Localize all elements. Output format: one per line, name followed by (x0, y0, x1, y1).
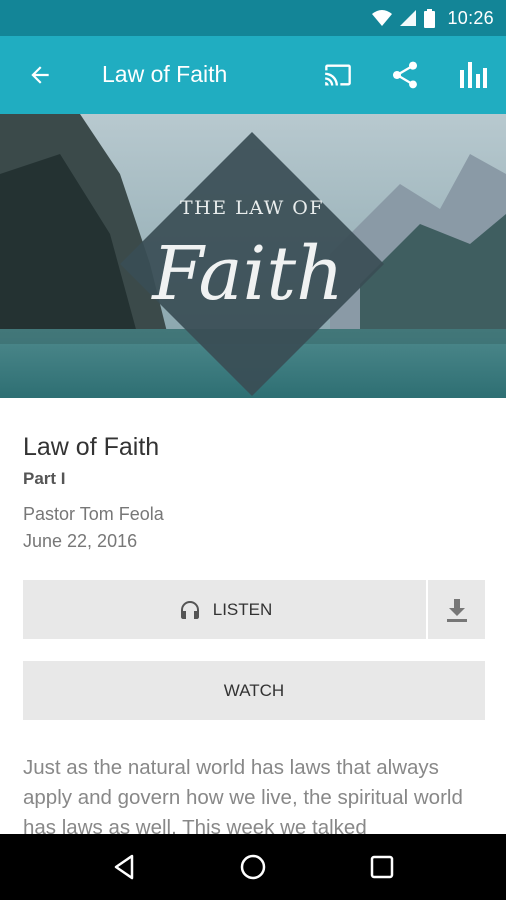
headphones-icon (177, 598, 203, 622)
status-bar: 10:26 (0, 0, 506, 36)
listen-button[interactable]: LISTEN (23, 580, 426, 639)
status-time: 10:26 (447, 7, 494, 28)
hero-line-1: THE LAW OF (180, 197, 324, 219)
back-triangle-icon (115, 854, 134, 880)
system-nav-bar (0, 834, 506, 900)
back-arrow-icon (31, 66, 49, 84)
watch-button[interactable]: WATCH (23, 661, 485, 720)
back-button[interactable] (0, 36, 80, 114)
app-title: Law of Faith (102, 61, 228, 87)
share-icon (393, 61, 417, 89)
cast-icon (325, 64, 351, 86)
stats-button[interactable] (445, 36, 501, 114)
listen-label: LISTEN (212, 599, 273, 619)
battery-icon (424, 8, 436, 28)
recents-square-icon (370, 855, 393, 879)
download-icon (446, 598, 467, 622)
share-button[interactable] (377, 36, 433, 114)
cast-button[interactable] (310, 36, 366, 114)
stats-icon (460, 62, 487, 88)
app-bar: Law of Faith (0, 36, 506, 114)
wifi-icon (372, 10, 393, 26)
nav-home-button[interactable] (223, 837, 283, 897)
sermon-title: Law of Faith (23, 433, 160, 461)
nav-recents-button[interactable] (352, 837, 412, 897)
signal-icon (400, 10, 417, 26)
speaker-name: Pastor Tom Feola (23, 504, 164, 524)
download-button[interactable] (428, 580, 485, 639)
sermon-description: Just as the natural world has laws that … (23, 756, 463, 839)
nav-back-button[interactable] (94, 837, 154, 897)
sermon-part: Part I (23, 469, 66, 488)
home-circle-icon (240, 854, 266, 880)
listen-row: LISTEN (23, 580, 485, 639)
hero-line-2: Faith (150, 231, 344, 317)
sermon-date: June 22, 2016 (23, 531, 138, 551)
sermon-artwork: THE LAW OF Faith (0, 114, 506, 398)
